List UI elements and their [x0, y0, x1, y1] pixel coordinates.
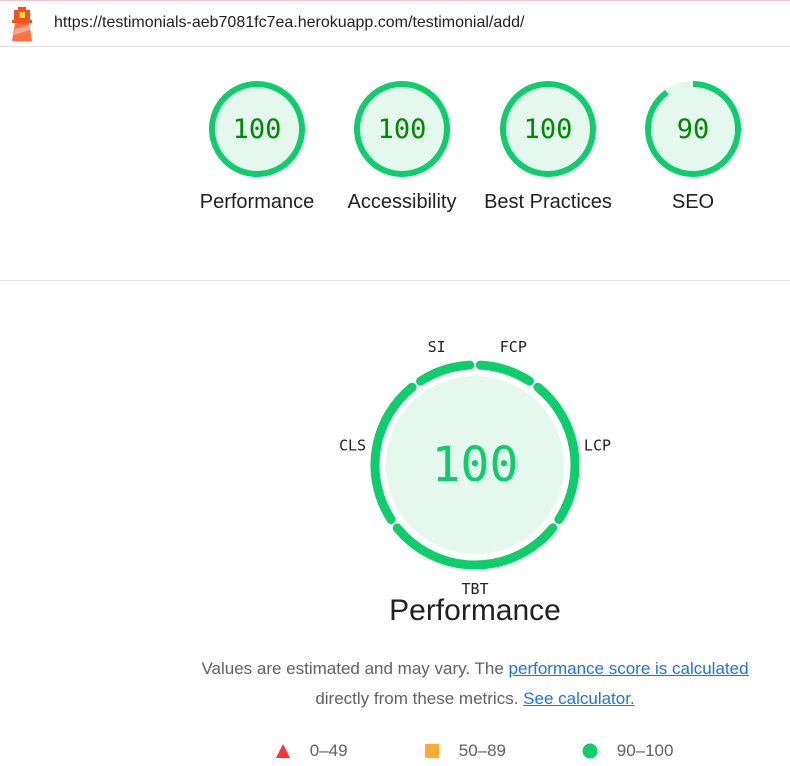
score-ring: 100: [500, 81, 596, 177]
score-ring: 90: [645, 81, 741, 177]
legend-average: 50–89: [424, 740, 506, 761]
metric-label-cls: CLS: [339, 437, 366, 455]
see-calculator-link[interactable]: See calculator.: [523, 689, 635, 708]
square-icon: [425, 743, 439, 758]
circle-icon: [582, 743, 598, 759]
page-url[interactable]: https://testimonials-aeb7081fc7ea.heroku…: [54, 14, 525, 32]
lighthouse-icon: [12, 7, 32, 41]
score-value: 100: [378, 114, 427, 145]
category-gauge-performance[interactable]: 100 Performance: [192, 79, 322, 217]
category-label: Accessibility: [347, 191, 457, 213]
top-bar: https://testimonials-aeb7081fc7ea.heroku…: [0, 0, 790, 47]
category-gauge-best-practices[interactable]: 100 Best Practices: [483, 79, 613, 217]
score-ring: 100: [209, 81, 305, 177]
legend-label: 0–49: [309, 740, 348, 760]
score-value: 90: [677, 114, 710, 145]
category-label: SEO: [671, 191, 715, 213]
performance-title: Performance: [389, 594, 561, 627]
category-label: Best Practices: [484, 191, 612, 213]
note-text: Values are estimated and may vary. The: [201, 659, 509, 678]
metric-label-si: SI: [428, 338, 446, 356]
section-divider: [0, 280, 790, 281]
triangle-icon: [276, 743, 290, 758]
legend-label: 50–89: [458, 740, 507, 760]
category-gauge-seo[interactable]: 90 SEO: [628, 79, 758, 217]
legend-fail: 0–49: [275, 740, 348, 761]
performance-note: Values are estimated and may vary. The p…: [170, 654, 780, 714]
metric-label-fcp: FCP: [500, 338, 527, 356]
category-label: Performance: [199, 191, 315, 213]
performance-score: 100: [432, 437, 519, 493]
score-value: 100: [233, 114, 282, 145]
score-value: 100: [524, 114, 573, 145]
metric-label-lcp: LCP: [584, 437, 611, 455]
legend-label: 90–100: [616, 740, 674, 760]
legend-pass: 90–100: [582, 740, 673, 761]
score-ring: 100: [354, 81, 450, 177]
note-text-2: directly from these metrics.: [315, 689, 519, 708]
score-calculated-link[interactable]: performance score is calculated: [509, 659, 749, 678]
performance-gauge: 100 FCPLCPTBTCLSSI: [339, 338, 611, 598]
category-gauge-accessibility[interactable]: 100 Accessibility: [337, 79, 467, 217]
